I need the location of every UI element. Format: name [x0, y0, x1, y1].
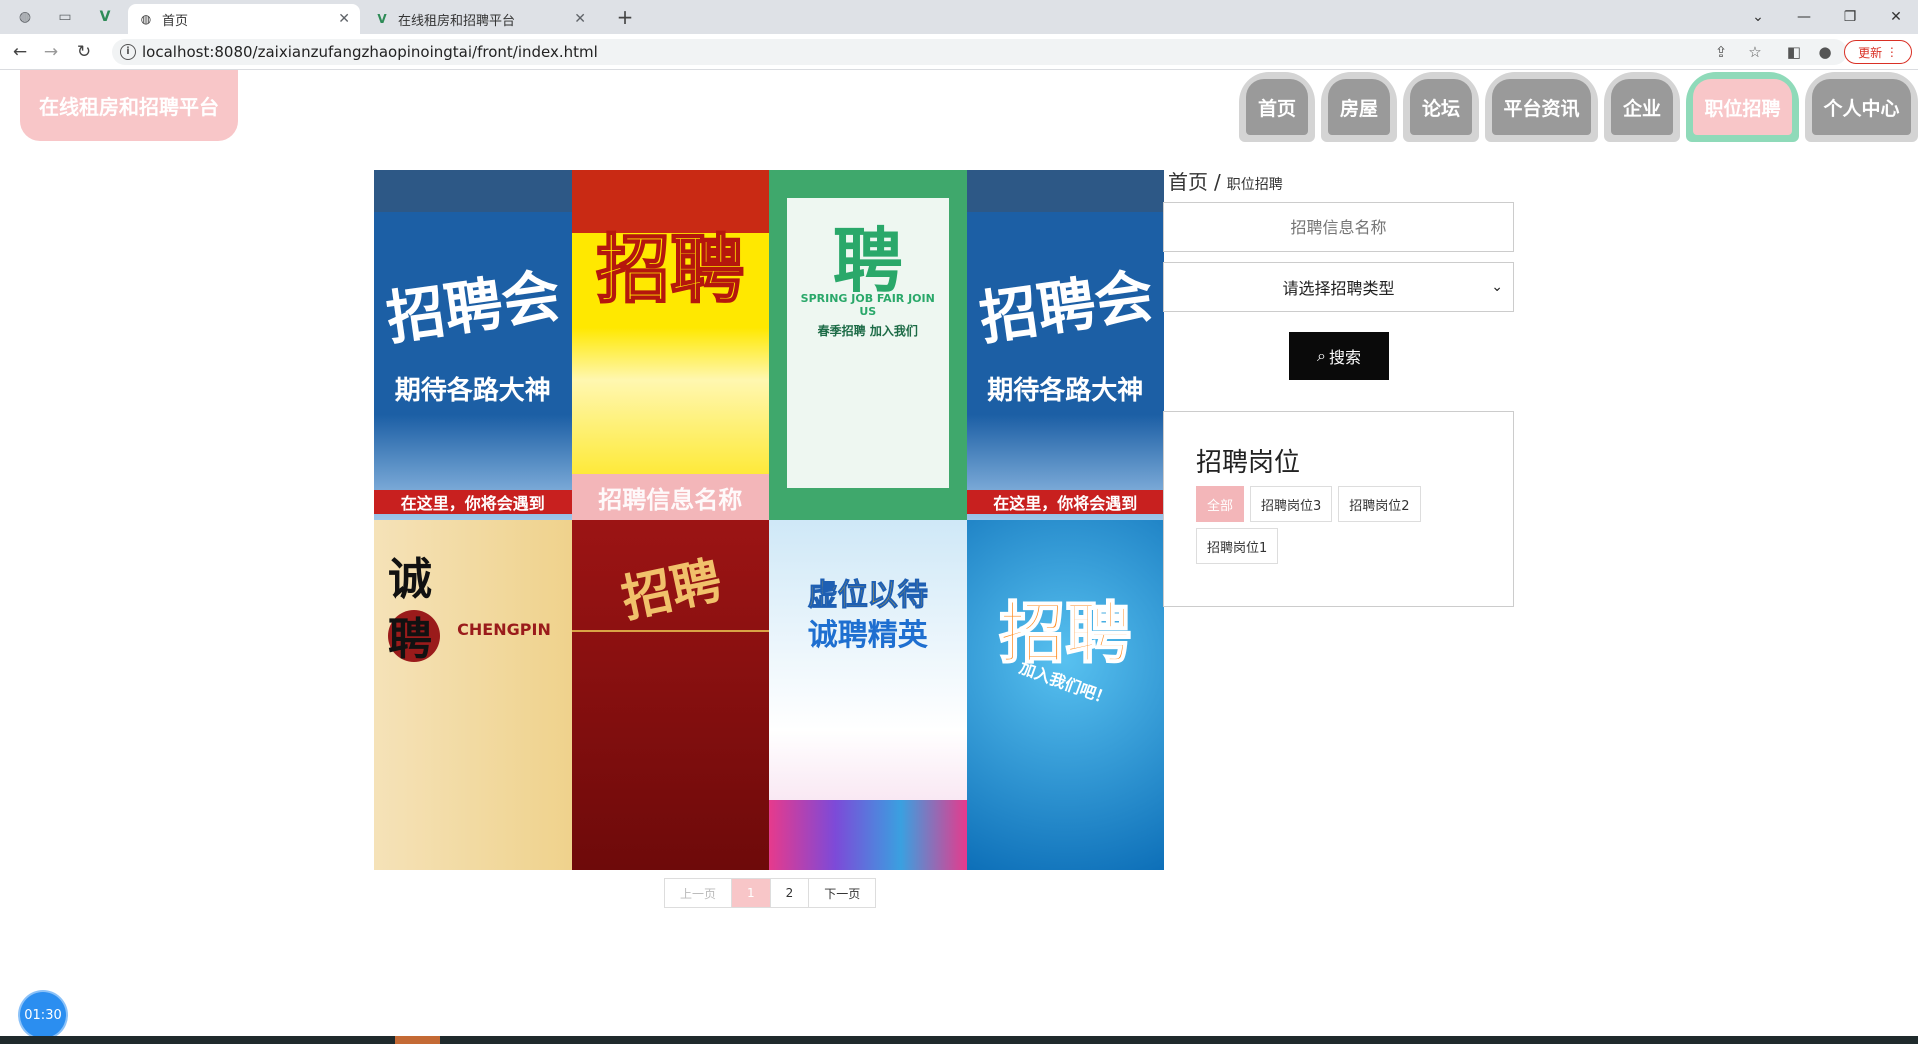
- job-card[interactable]: 虚位以待 诚聘精英: [769, 520, 967, 870]
- profile-icon[interactable]: ●: [1815, 42, 1835, 62]
- timer-badge[interactable]: 01:30: [20, 992, 66, 1038]
- job-card[interactable]: 聘 SPRING JOB FAIR JOIN US 春季招聘 加入我们: [769, 170, 967, 520]
- category-panel: 招聘岗位 全部 招聘岗位3 招聘岗位2 招聘岗位1: [1163, 411, 1514, 607]
- search-icon: ⌕: [1317, 346, 1326, 365]
- new-tab-button[interactable]: +: [614, 5, 636, 29]
- breadcrumb-current: 职位招聘: [1226, 177, 1283, 193]
- nav-houses[interactable]: 房屋: [1321, 72, 1397, 142]
- reload-icon[interactable]: ↻: [73, 41, 95, 63]
- update-button[interactable]: 更新 ⋮: [1844, 40, 1912, 64]
- breadcrumb-home[interactable]: 首页: [1168, 166, 1208, 195]
- tab-home[interactable]: ◍ 首页 ✕: [128, 4, 360, 34]
- nav-news[interactable]: 平台资讯: [1485, 72, 1598, 142]
- close-window-button[interactable]: ✕: [1874, 4, 1918, 30]
- category-tag-all[interactable]: 全部: [1196, 486, 1245, 522]
- job-card-title: 招聘信息名称: [571, 474, 769, 520]
- tab-title: 在线租房和招聘平台: [398, 13, 516, 29]
- browser-tab-bar: ◍ ▭ V ◍ 首页 ✕ V 在线租房和招聘平台 ✕ + ⌄ — ❐ ✕: [0, 0, 1918, 34]
- select-placeholder: 请选择招聘类型: [1282, 279, 1395, 298]
- poster-subtitle: 期待各路大神: [394, 376, 551, 406]
- tab-search-icon[interactable]: ⌄: [1736, 4, 1780, 30]
- main-nav: 首页 房屋 论坛 平台资讯 企业 职位招聘 个人中心: [1239, 72, 1918, 142]
- poster-banner: 春季招聘 加入我们: [817, 324, 918, 338]
- job-name-search-input[interactable]: [1163, 202, 1514, 252]
- nav-label: 职位招聘: [1693, 79, 1792, 135]
- job-card[interactable]: 招聘: [571, 520, 769, 870]
- poster-headline: 招聘: [595, 226, 745, 314]
- poster-skyline: [769, 800, 967, 870]
- category-tag[interactable]: 招聘岗位2: [1338, 486, 1421, 522]
- back-icon[interactable]: ←: [9, 41, 31, 63]
- nav-label: 企业: [1611, 79, 1673, 135]
- poster-banner: 在这里，你将会遇到: [966, 490, 1164, 514]
- tab-platform[interactable]: V 在线租房和招聘平台 ✕: [364, 4, 596, 34]
- nav-profile[interactable]: 个人中心: [1805, 72, 1918, 142]
- job-type-select[interactable]: 请选择招聘类型 ⌄: [1163, 262, 1514, 312]
- close-tab-icon[interactable]: ✕: [574, 11, 586, 27]
- url-field[interactable]: i localhost:8080/zaixianzufangzhaopinoin…: [112, 39, 1847, 65]
- share-icon[interactable]: ⇪: [1711, 42, 1731, 62]
- poster-headline: 虚位以待: [807, 578, 928, 614]
- page: 在线租房和招聘平台 首页 房屋 论坛 平台资讯 企业 职位招聘 个人中心 招聘会…: [0, 70, 1918, 1038]
- nav-label: 平台资讯: [1492, 79, 1591, 135]
- taskbar-accent: [395, 1036, 440, 1044]
- nav-company[interactable]: 企业: [1604, 72, 1680, 142]
- address-bar: ← → ↻ i localhost:8080/zaixianzufangzhao…: [0, 34, 1918, 70]
- category-tags: 全部 招聘岗位3 招聘岗位2 招聘岗位1: [1196, 486, 1496, 564]
- prev-page-button[interactable]: 上一页: [665, 879, 733, 907]
- update-label: 更新: [1858, 45, 1883, 60]
- bookmark-star-icon[interactable]: ☆: [1745, 42, 1765, 62]
- category-tag[interactable]: 招聘岗位3: [1250, 486, 1333, 522]
- pinned-tab-icon[interactable]: ◍: [14, 6, 36, 28]
- nav-label: 论坛: [1410, 79, 1472, 135]
- category-tag[interactable]: 招聘岗位1: [1196, 528, 1279, 564]
- poster-subtitle: SPRING JOB FAIR JOIN US: [800, 292, 935, 318]
- site-info-icon[interactable]: i: [120, 44, 136, 60]
- page-2-button[interactable]: 2: [771, 879, 810, 907]
- job-card[interactable]: 招聘 招聘信息名称: [571, 170, 769, 520]
- vue-icon: V: [377, 12, 387, 26]
- poster-subtitle: CHENGPIN: [457, 620, 551, 639]
- nav-label: 房屋: [1328, 79, 1390, 135]
- tab-title: 首页: [162, 13, 189, 29]
- job-card[interactable]: 招聘会 期待各路大神 在这里，你将会遇到: [966, 170, 1164, 520]
- search-button[interactable]: ⌕ 搜索: [1289, 332, 1389, 380]
- pinned-tab-icon[interactable]: ▭: [54, 6, 76, 28]
- url-text: localhost:8080/zaixianzufangzhaopinoingt…: [142, 43, 598, 61]
- poster-headline: 聘: [832, 220, 903, 302]
- job-card[interactable]: 招聘会 期待各路大神 在这里，你将会遇到: [374, 170, 572, 520]
- poster-headline: 招聘会: [382, 261, 565, 353]
- restore-button[interactable]: ❐: [1828, 4, 1872, 30]
- breadcrumb: 首页 / 职位招聘: [1168, 166, 1283, 195]
- search-button-label: 搜索: [1328, 348, 1361, 367]
- job-card[interactable]: 招聘 加入我们吧！: [966, 520, 1164, 870]
- poster-banner: 在这里，你将会遇到: [374, 490, 572, 514]
- page-1-button[interactable]: 1: [732, 879, 771, 907]
- job-card[interactable]: 诚聘 CHENGPIN: [374, 520, 572, 870]
- poster-subtitle: 期待各路大神: [987, 376, 1144, 406]
- close-tab-icon[interactable]: ✕: [338, 11, 350, 27]
- breadcrumb-separator: /: [1214, 170, 1221, 194]
- pagination: 上一页 1 2 下一页: [664, 878, 877, 908]
- nav-label: 首页: [1246, 79, 1308, 135]
- forward-icon[interactable]: →: [40, 41, 62, 63]
- side-panel-icon[interactable]: ◧: [1784, 42, 1804, 62]
- nav-label: 个人中心: [1812, 79, 1911, 135]
- category-title: 招聘岗位: [1196, 448, 1301, 478]
- vue-tab-icon[interactable]: V: [94, 6, 116, 28]
- poster-headline: 招聘会: [975, 261, 1157, 353]
- nav-forum[interactable]: 论坛: [1403, 72, 1479, 142]
- chevron-down-icon: ⌄: [1491, 279, 1503, 295]
- next-page-button[interactable]: 下一页: [809, 879, 875, 907]
- nav-home[interactable]: 首页: [1239, 72, 1315, 142]
- minimize-button[interactable]: —: [1782, 4, 1826, 30]
- nav-jobs[interactable]: 职位招聘: [1686, 72, 1799, 142]
- taskbar-strip: [0, 1036, 1918, 1044]
- poster-headline: 招聘: [616, 551, 727, 629]
- poster-headline: 诚聘: [388, 554, 432, 665]
- poster-subtitle: 诚聘精英: [807, 618, 928, 653]
- site-logo[interactable]: 在线租房和招聘平台: [20, 70, 238, 141]
- job-grid: 招聘会 期待各路大神 在这里，你将会遇到 招聘 招聘信息名称 聘 SPRING …: [374, 170, 1164, 870]
- globe-icon: ◍: [140, 12, 152, 26]
